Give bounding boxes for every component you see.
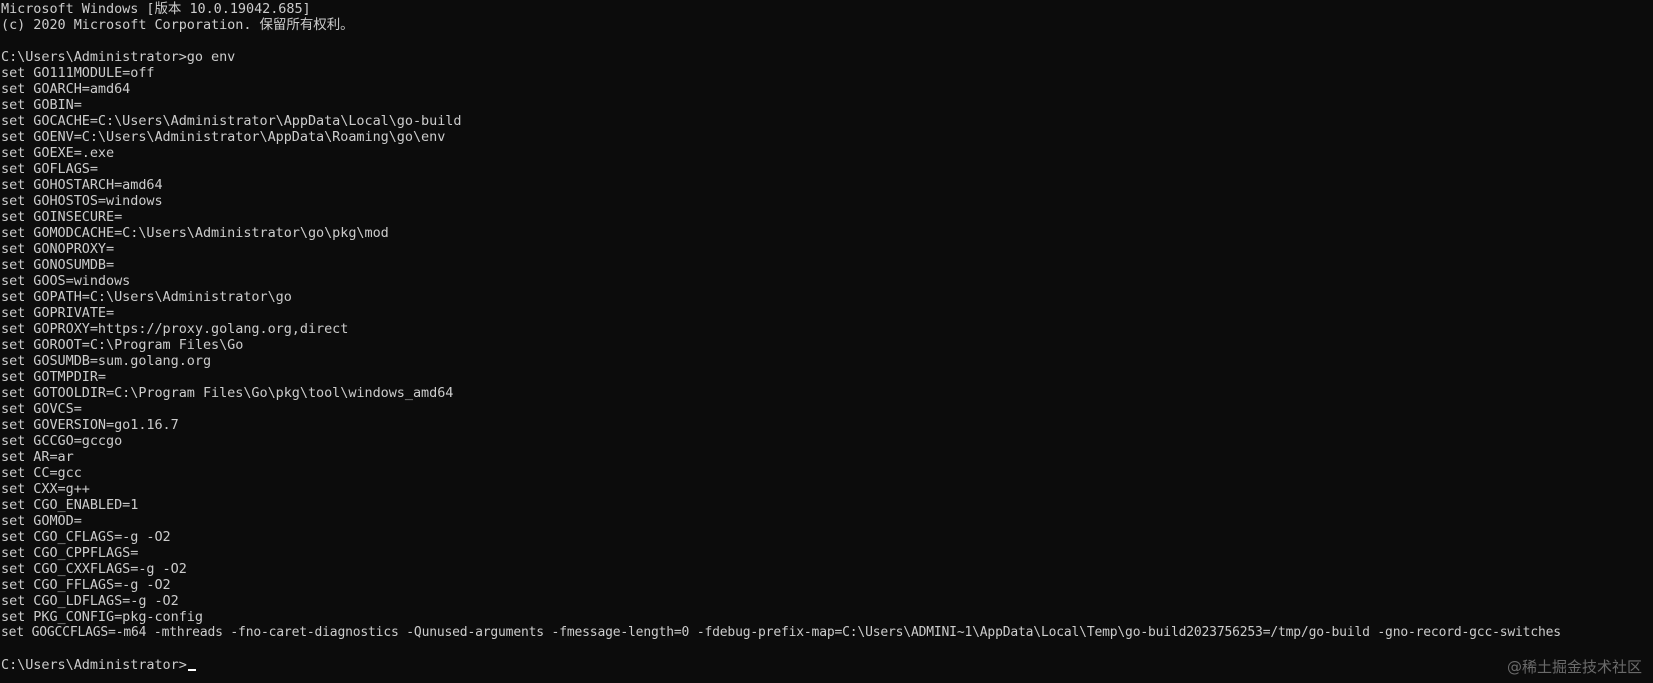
- env-line-gotmpdir: set GOTMPDIR=: [1, 369, 107, 385]
- windows-version-line: Microsoft Windows [版本 10.0.19042.685]: [1, 1, 311, 17]
- console-output[interactable]: Microsoft Windows [版本 10.0.19042.685] (c…: [1, 1, 1651, 681]
- text-cursor: [187, 669, 196, 671]
- env-line-govcs: set GOVCS=: [1, 401, 82, 417]
- env-line-goversion: set GOVERSION=go1.16.7: [1, 417, 179, 433]
- env-line-gomod: set GOMOD=: [1, 513, 82, 529]
- env-line-gotooldir: set GOTOOLDIR=C:\Program Files\Go\pkg\to…: [1, 385, 454, 401]
- env-line-gohostos: set GOHOSTOS=windows: [1, 193, 163, 209]
- env-line-goproxy: set GOPROXY=https://proxy.golang.org,dir…: [1, 321, 349, 337]
- env-line-cc: set CC=gcc: [1, 465, 82, 481]
- env-line-goarch: set GOARCH=amd64: [1, 81, 131, 97]
- env-line-goroot: set GOROOT=C:\Program Files\Go: [1, 337, 244, 353]
- env-line-goos: set GOOS=windows: [1, 273, 131, 289]
- env-line-cgo-cppflags: set CGO_CPPFLAGS=: [1, 545, 139, 561]
- env-line-gohostarch: set GOHOSTARCH=amd64: [1, 177, 163, 193]
- env-line-pkg-config: set PKG_CONFIG=pkg-config: [1, 609, 203, 625]
- env-line-cgo-enabled: set CGO_ENABLED=1: [1, 497, 139, 513]
- copyright-line: (c) 2020 Microsoft Corporation. 保留所有权利。: [1, 17, 354, 33]
- env-line-goflags: set GOFLAGS=: [1, 161, 98, 177]
- env-line-gopath: set GOPATH=C:\Users\Administrator\go: [1, 289, 292, 305]
- env-line-cgo-cxxflags: set CGO_CXXFLAGS=-g -O2: [1, 561, 187, 577]
- env-line-gonosumdb: set GONOSUMDB=: [1, 257, 115, 273]
- go-env-command-line: C:\Users\Administrator>go env: [1, 49, 236, 65]
- env-line-goinsecure: set GOINSECURE=: [1, 209, 123, 225]
- env-line-go111module: set GO111MODULE=off: [1, 65, 155, 81]
- command-prompt-window[interactable]: Microsoft Windows [版本 10.0.19042.685] (c…: [0, 0, 1653, 683]
- env-line-goenv: set GOENV=C:\Users\Administrator\AppData…: [1, 129, 446, 145]
- env-line-gogccflags: set GOGCCFLAGS=-m64 -mthreads -fno-caret…: [1, 625, 1561, 640]
- env-line-cgo-cflags: set CGO_CFLAGS=-g -O2: [1, 529, 171, 545]
- env-line-gobin: set GOBIN=: [1, 97, 82, 113]
- env-line-cgo-fflags: set CGO_FFLAGS=-g -O2: [1, 577, 171, 593]
- site-watermark: @稀土掘金技术社区: [1506, 658, 1642, 676]
- env-line-gccgo: set GCCGO=gccgo: [1, 433, 123, 449]
- env-line-cxx: set CXX=g++: [1, 481, 90, 497]
- env-line-cgo-ldflags: set CGO_LDFLAGS=-g -O2: [1, 593, 179, 609]
- command-prompt-line[interactable]: C:\Users\Administrator>: [1, 657, 1651, 673]
- env-line-ar: set AR=ar: [1, 449, 74, 465]
- env-line-gonoproxy: set GONOPROXY=: [1, 241, 115, 257]
- env-line-gocache: set GOCACHE=C:\Users\Administrator\AppDa…: [1, 113, 462, 129]
- env-line-gomodcache: set GOMODCACHE=C:\Users\Administrator\go…: [1, 225, 389, 241]
- prompt-text: C:\Users\Administrator>: [1, 657, 187, 673]
- env-line-goprivate: set GOPRIVATE=: [1, 305, 115, 321]
- env-line-gosumdb: set GOSUMDB=sum.golang.org: [1, 353, 212, 369]
- env-line-goexe: set GOEXE=.exe: [1, 145, 115, 161]
